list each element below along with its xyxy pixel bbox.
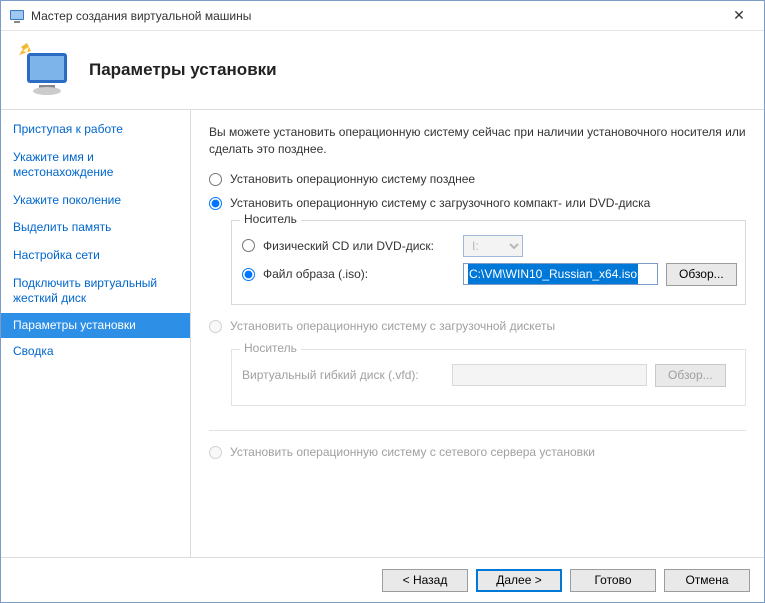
iso-path-input[interactable]: C:\VM\WIN10_Russian_x64.iso bbox=[463, 263, 658, 285]
body: Приступая к работе Укажите имя и местона… bbox=[1, 109, 764, 558]
wizard-window: Мастер создания виртуальной машины ✕ Пар… bbox=[0, 0, 765, 603]
sidebar-item-network[interactable]: Настройка сети bbox=[1, 242, 190, 270]
radio-network bbox=[209, 446, 222, 459]
row-vfd: Виртуальный гибкий диск (.vfd): Обзор... bbox=[242, 364, 735, 387]
radio-floppy bbox=[209, 320, 222, 333]
app-icon bbox=[9, 8, 25, 24]
sidebar-item-memory[interactable]: Выделить память bbox=[1, 214, 190, 242]
finish-button[interactable]: Готово bbox=[570, 569, 656, 592]
divider bbox=[209, 430, 746, 431]
sidebar-item-install[interactable]: Параметры установки bbox=[1, 313, 190, 339]
row-physical: Физический CD или DVD-диск: I: bbox=[242, 235, 735, 257]
radio-physical[interactable] bbox=[242, 239, 255, 252]
label-network: Установить операционную систему с сетево… bbox=[230, 445, 595, 459]
browse-iso-button[interactable]: Обзор... bbox=[666, 263, 737, 286]
close-button[interactable]: ✕ bbox=[724, 7, 754, 24]
radio-iso[interactable] bbox=[242, 268, 255, 281]
browse-vfd-button: Обзор... bbox=[655, 364, 726, 387]
sidebar: Приступая к работе Укажите имя и местона… bbox=[1, 110, 191, 557]
titlebar: Мастер создания виртуальной машины ✕ bbox=[1, 1, 764, 31]
option-install-network: Установить операционную систему с сетево… bbox=[209, 445, 746, 459]
label-vfd: Виртуальный гибкий диск (.vfd): bbox=[242, 368, 452, 382]
page-title: Параметры установки bbox=[89, 60, 277, 80]
wizard-icon bbox=[17, 41, 75, 99]
radio-later[interactable] bbox=[209, 173, 222, 186]
footer: < Назад Далее > Готово Отмена bbox=[1, 558, 764, 602]
label-disc: Установить операционную систему с загруз… bbox=[230, 196, 650, 210]
sidebar-item-disk[interactable]: Подключить виртуальный жесткий диск bbox=[1, 270, 190, 313]
sidebar-item-start[interactable]: Приступая к работе bbox=[1, 116, 190, 144]
next-button[interactable]: Далее > bbox=[476, 569, 562, 592]
option-install-disc[interactable]: Установить операционную систему с загруз… bbox=[209, 196, 746, 210]
group-floppy-wrap: Носитель Виртуальный гибкий диск (.vfd):… bbox=[209, 343, 746, 412]
label-later: Установить операционную систему позднее bbox=[230, 172, 475, 186]
drive-select[interactable]: I: bbox=[463, 235, 523, 257]
vfd-path-input bbox=[452, 364, 647, 386]
group-media-floppy: Носитель Виртуальный гибкий диск (.vfd):… bbox=[231, 349, 746, 406]
sidebar-item-name[interactable]: Укажите имя и местонахождение bbox=[1, 144, 190, 187]
label-floppy: Установить операционную систему с загруз… bbox=[230, 319, 555, 333]
label-physical: Физический CD или DVD-диск: bbox=[263, 239, 463, 253]
option-install-floppy: Установить операционную систему с загруз… bbox=[209, 319, 746, 333]
header: Параметры установки bbox=[1, 31, 764, 109]
legend-media: Носитель bbox=[240, 212, 301, 226]
sidebar-item-summary[interactable]: Сводка bbox=[1, 338, 190, 366]
content-panel: Вы можете установить операционную систем… bbox=[191, 110, 764, 557]
radio-disc[interactable] bbox=[209, 197, 222, 210]
option-install-later[interactable]: Установить операционную систему позднее bbox=[209, 172, 746, 186]
legend-floppy: Носитель bbox=[240, 341, 301, 355]
back-button[interactable]: < Назад bbox=[382, 569, 468, 592]
description: Вы можете установить операционную систем… bbox=[209, 124, 746, 158]
label-iso: Файл образа (.iso): bbox=[263, 267, 463, 281]
sidebar-item-generation[interactable]: Укажите поколение bbox=[1, 187, 190, 215]
cancel-button[interactable]: Отмена bbox=[664, 569, 750, 592]
group-media-disc: Носитель Физический CD или DVD-диск: I: … bbox=[231, 220, 746, 305]
window-title: Мастер создания виртуальной машины bbox=[31, 9, 724, 23]
row-iso: Файл образа (.iso): C:\VM\WIN10_Russian_… bbox=[242, 263, 735, 286]
